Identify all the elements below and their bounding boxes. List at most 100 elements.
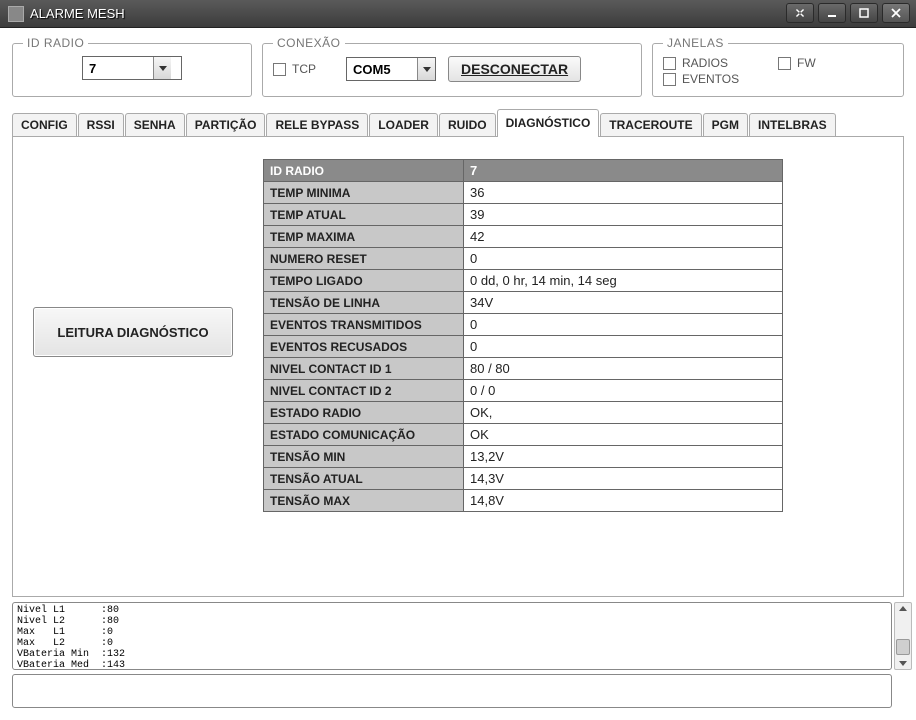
- tab-ruido[interactable]: RUIDO: [439, 113, 496, 136]
- diag-value: 36: [464, 182, 783, 204]
- disconnect-button[interactable]: DESCONECTAR: [448, 56, 581, 82]
- diag-value: 0 dd, 0 hr, 14 min, 14 seg: [464, 270, 783, 292]
- group-janelas-legend: JANELAS: [663, 36, 728, 50]
- diagnostic-panel: LEITURA DIAGNÓSTICO ID RADIO7TEMP MINIMA…: [12, 137, 904, 597]
- group-id-radio: ID RADIO 7: [12, 36, 252, 97]
- table-row: EVENTOS TRANSMITIDOS0: [264, 314, 783, 336]
- diag-value: 0 / 0: [464, 380, 783, 402]
- tcp-label: TCP: [292, 62, 316, 76]
- group-conexao-legend: CONEXÃO: [273, 36, 345, 50]
- tab-loader[interactable]: LOADER: [369, 113, 438, 136]
- diag-value: 80 / 80: [464, 358, 783, 380]
- diag-key: TENSÃO MAX: [264, 490, 464, 512]
- table-row: TENSÃO MAX14,8V: [264, 490, 783, 512]
- table-row: TENSÃO MIN13,2V: [264, 446, 783, 468]
- table-row: EVENTOS RECUSADOS0: [264, 336, 783, 358]
- group-id-radio-legend: ID RADIO: [23, 36, 88, 50]
- com-port-value: COM5: [347, 62, 417, 77]
- diag-value: 42: [464, 226, 783, 248]
- group-conexao: CONEXÃO TCP COM5 DESCONECTAR: [262, 36, 642, 97]
- id-radio-value: 7: [83, 61, 153, 76]
- checkbox-icon: [778, 57, 791, 70]
- diag-key: TEMP MINIMA: [264, 182, 464, 204]
- table-row: TEMP MAXIMA42: [264, 226, 783, 248]
- id-radio-combo[interactable]: 7: [82, 56, 182, 80]
- window-buttons: [786, 3, 910, 23]
- table-row: NIVEL CONTACT ID 180 / 80: [264, 358, 783, 380]
- table-row: TENSÃO DE LINHA34V: [264, 292, 783, 314]
- tab-strip: CONFIGRSSISENHAPARTIÇÃORELE BYPASSLOADER…: [12, 109, 904, 137]
- titlebar: ALARME MESH: [0, 0, 916, 28]
- diag-value: 14,8V: [464, 490, 783, 512]
- diag-value: OK: [464, 424, 783, 446]
- command-input[interactable]: [12, 674, 892, 708]
- chevron-down-icon[interactable]: [153, 57, 171, 79]
- diag-value: 0: [464, 314, 783, 336]
- table-row: NIVEL CONTACT ID 20 / 0: [264, 380, 783, 402]
- tab-parti-o[interactable]: PARTIÇÃO: [186, 113, 266, 136]
- com-port-combo[interactable]: COM5: [346, 57, 436, 81]
- window-title: ALARME MESH: [30, 6, 125, 21]
- checkbox-icon: [273, 63, 286, 76]
- diag-value: 13,2V: [464, 446, 783, 468]
- fw-checkbox[interactable]: FW: [778, 56, 875, 70]
- log-output[interactable]: Nivel L1 :80 Nivel L2 :80 Max L1 :0 Max …: [12, 602, 892, 670]
- top-row: ID RADIO 7 CONEXÃO TCP COM5 DESCONECT: [12, 36, 904, 97]
- scroll-thumb[interactable]: [896, 639, 910, 655]
- diag-key: TEMP ATUAL: [264, 204, 464, 226]
- read-diagnostic-button[interactable]: LEITURA DIAGNÓSTICO: [33, 307, 233, 357]
- diag-value: 39: [464, 204, 783, 226]
- tab-diagn-stico[interactable]: DIAGNÓSTICO: [497, 109, 600, 136]
- radios-label: RADIOS: [682, 56, 728, 70]
- diag-key: ESTADO RADIO: [264, 402, 464, 424]
- diag-value: 14,3V: [464, 468, 783, 490]
- chevron-down-icon[interactable]: [417, 58, 435, 80]
- tab-config[interactable]: CONFIG: [12, 113, 77, 136]
- app-icon: [8, 6, 24, 22]
- table-row: TEMPO LIGADO0 dd, 0 hr, 14 min, 14 seg: [264, 270, 783, 292]
- table-row: ESTADO COMUNICAÇÃOOK: [264, 424, 783, 446]
- scroll-down-icon[interactable]: [899, 661, 907, 666]
- diag-key: ESTADO COMUNICAÇÃO: [264, 424, 464, 446]
- diag-value: 34V: [464, 292, 783, 314]
- close-button[interactable]: [882, 3, 910, 23]
- tcp-checkbox[interactable]: TCP: [273, 62, 316, 76]
- diag-key: EVENTOS RECUSADOS: [264, 336, 464, 358]
- diag-key: TENSÃO DE LINHA: [264, 292, 464, 314]
- window-help-button[interactable]: [786, 3, 814, 23]
- radios-checkbox[interactable]: RADIOS: [663, 56, 760, 70]
- diag-value: 7: [464, 160, 783, 182]
- diag-key: ID RADIO: [264, 160, 464, 182]
- tab-rele-bypass[interactable]: RELE BYPASS: [266, 113, 368, 136]
- table-row: TEMP ATUAL39: [264, 204, 783, 226]
- scroll-up-icon[interactable]: [899, 606, 907, 611]
- diag-value: OK,: [464, 402, 783, 424]
- tab-rssi[interactable]: RSSI: [78, 113, 124, 136]
- table-row: ESTADO RADIOOK,: [264, 402, 783, 424]
- client-area: ID RADIO 7 CONEXÃO TCP COM5 DESCONECT: [0, 28, 916, 720]
- tab-traceroute[interactable]: TRACEROUTE: [600, 113, 701, 136]
- table-row: ID RADIO7: [264, 160, 783, 182]
- log-wrap: Nivel L1 :80 Nivel L2 :80 Max L1 :0 Max …: [12, 602, 892, 708]
- tab-intelbras[interactable]: INTELBRAS: [749, 113, 836, 136]
- checkbox-icon: [663, 73, 676, 86]
- table-row: TEMP MINIMA36: [264, 182, 783, 204]
- tab-pgm[interactable]: PGM: [703, 113, 748, 136]
- diag-key: EVENTOS TRANSMITIDOS: [264, 314, 464, 336]
- table-row: NUMERO RESET0: [264, 248, 783, 270]
- diag-key: TEMP MAXIMA: [264, 226, 464, 248]
- diag-key: NIVEL CONTACT ID 1: [264, 358, 464, 380]
- group-janelas: JANELAS RADIOS FW EVENTOS: [652, 36, 904, 97]
- checkbox-icon: [663, 57, 676, 70]
- diag-value: 0: [464, 336, 783, 358]
- fw-label: FW: [797, 56, 816, 70]
- minimize-button[interactable]: [818, 3, 846, 23]
- log-scrollbar[interactable]: [894, 602, 912, 670]
- diag-key: TENSÃO MIN: [264, 446, 464, 468]
- diagnostic-table: ID RADIO7TEMP MINIMA36TEMP ATUAL39TEMP M…: [263, 159, 783, 512]
- maximize-button[interactable]: [850, 3, 878, 23]
- tab-senha[interactable]: SENHA: [125, 113, 185, 136]
- eventos-checkbox[interactable]: EVENTOS: [663, 72, 760, 86]
- eventos-label: EVENTOS: [682, 72, 739, 86]
- diag-key: NIVEL CONTACT ID 2: [264, 380, 464, 402]
